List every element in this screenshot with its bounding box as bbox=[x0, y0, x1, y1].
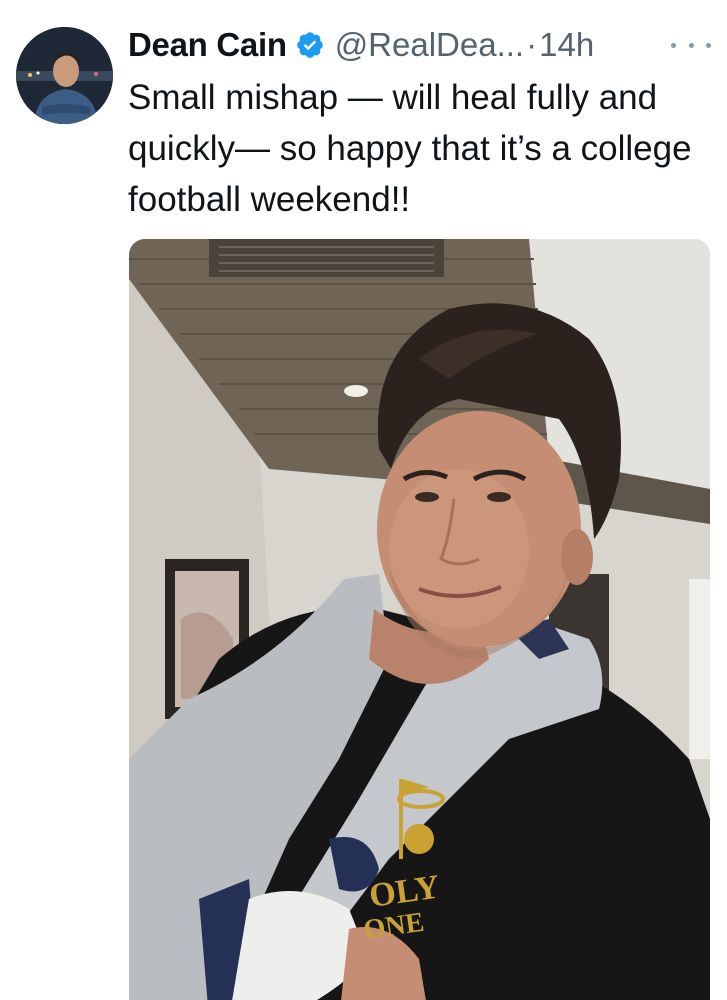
tweet[interactable]: Dean Cain @RealDea... · 14h Small mishap… bbox=[0, 0, 727, 1000]
author-handle[interactable]: @RealDea... bbox=[335, 26, 524, 64]
tweet-photo[interactable]: OLY ONE bbox=[129, 239, 710, 1000]
tweet-header: Dean Cain @RealDea... · 14h bbox=[128, 20, 711, 70]
timestamp[interactable]: 14h bbox=[539, 26, 594, 64]
avatar[interactable] bbox=[16, 27, 113, 124]
photo-image: OLY ONE bbox=[129, 239, 710, 1000]
more-options-icon[interactable] bbox=[671, 30, 711, 60]
avatar-image bbox=[16, 27, 113, 124]
verified-badge-icon bbox=[295, 30, 325, 60]
author-name[interactable]: Dean Cain bbox=[128, 26, 287, 64]
tweet-text: Small mishap — will heal fully and quick… bbox=[128, 78, 692, 219]
meta-separator: · bbox=[526, 26, 538, 63]
